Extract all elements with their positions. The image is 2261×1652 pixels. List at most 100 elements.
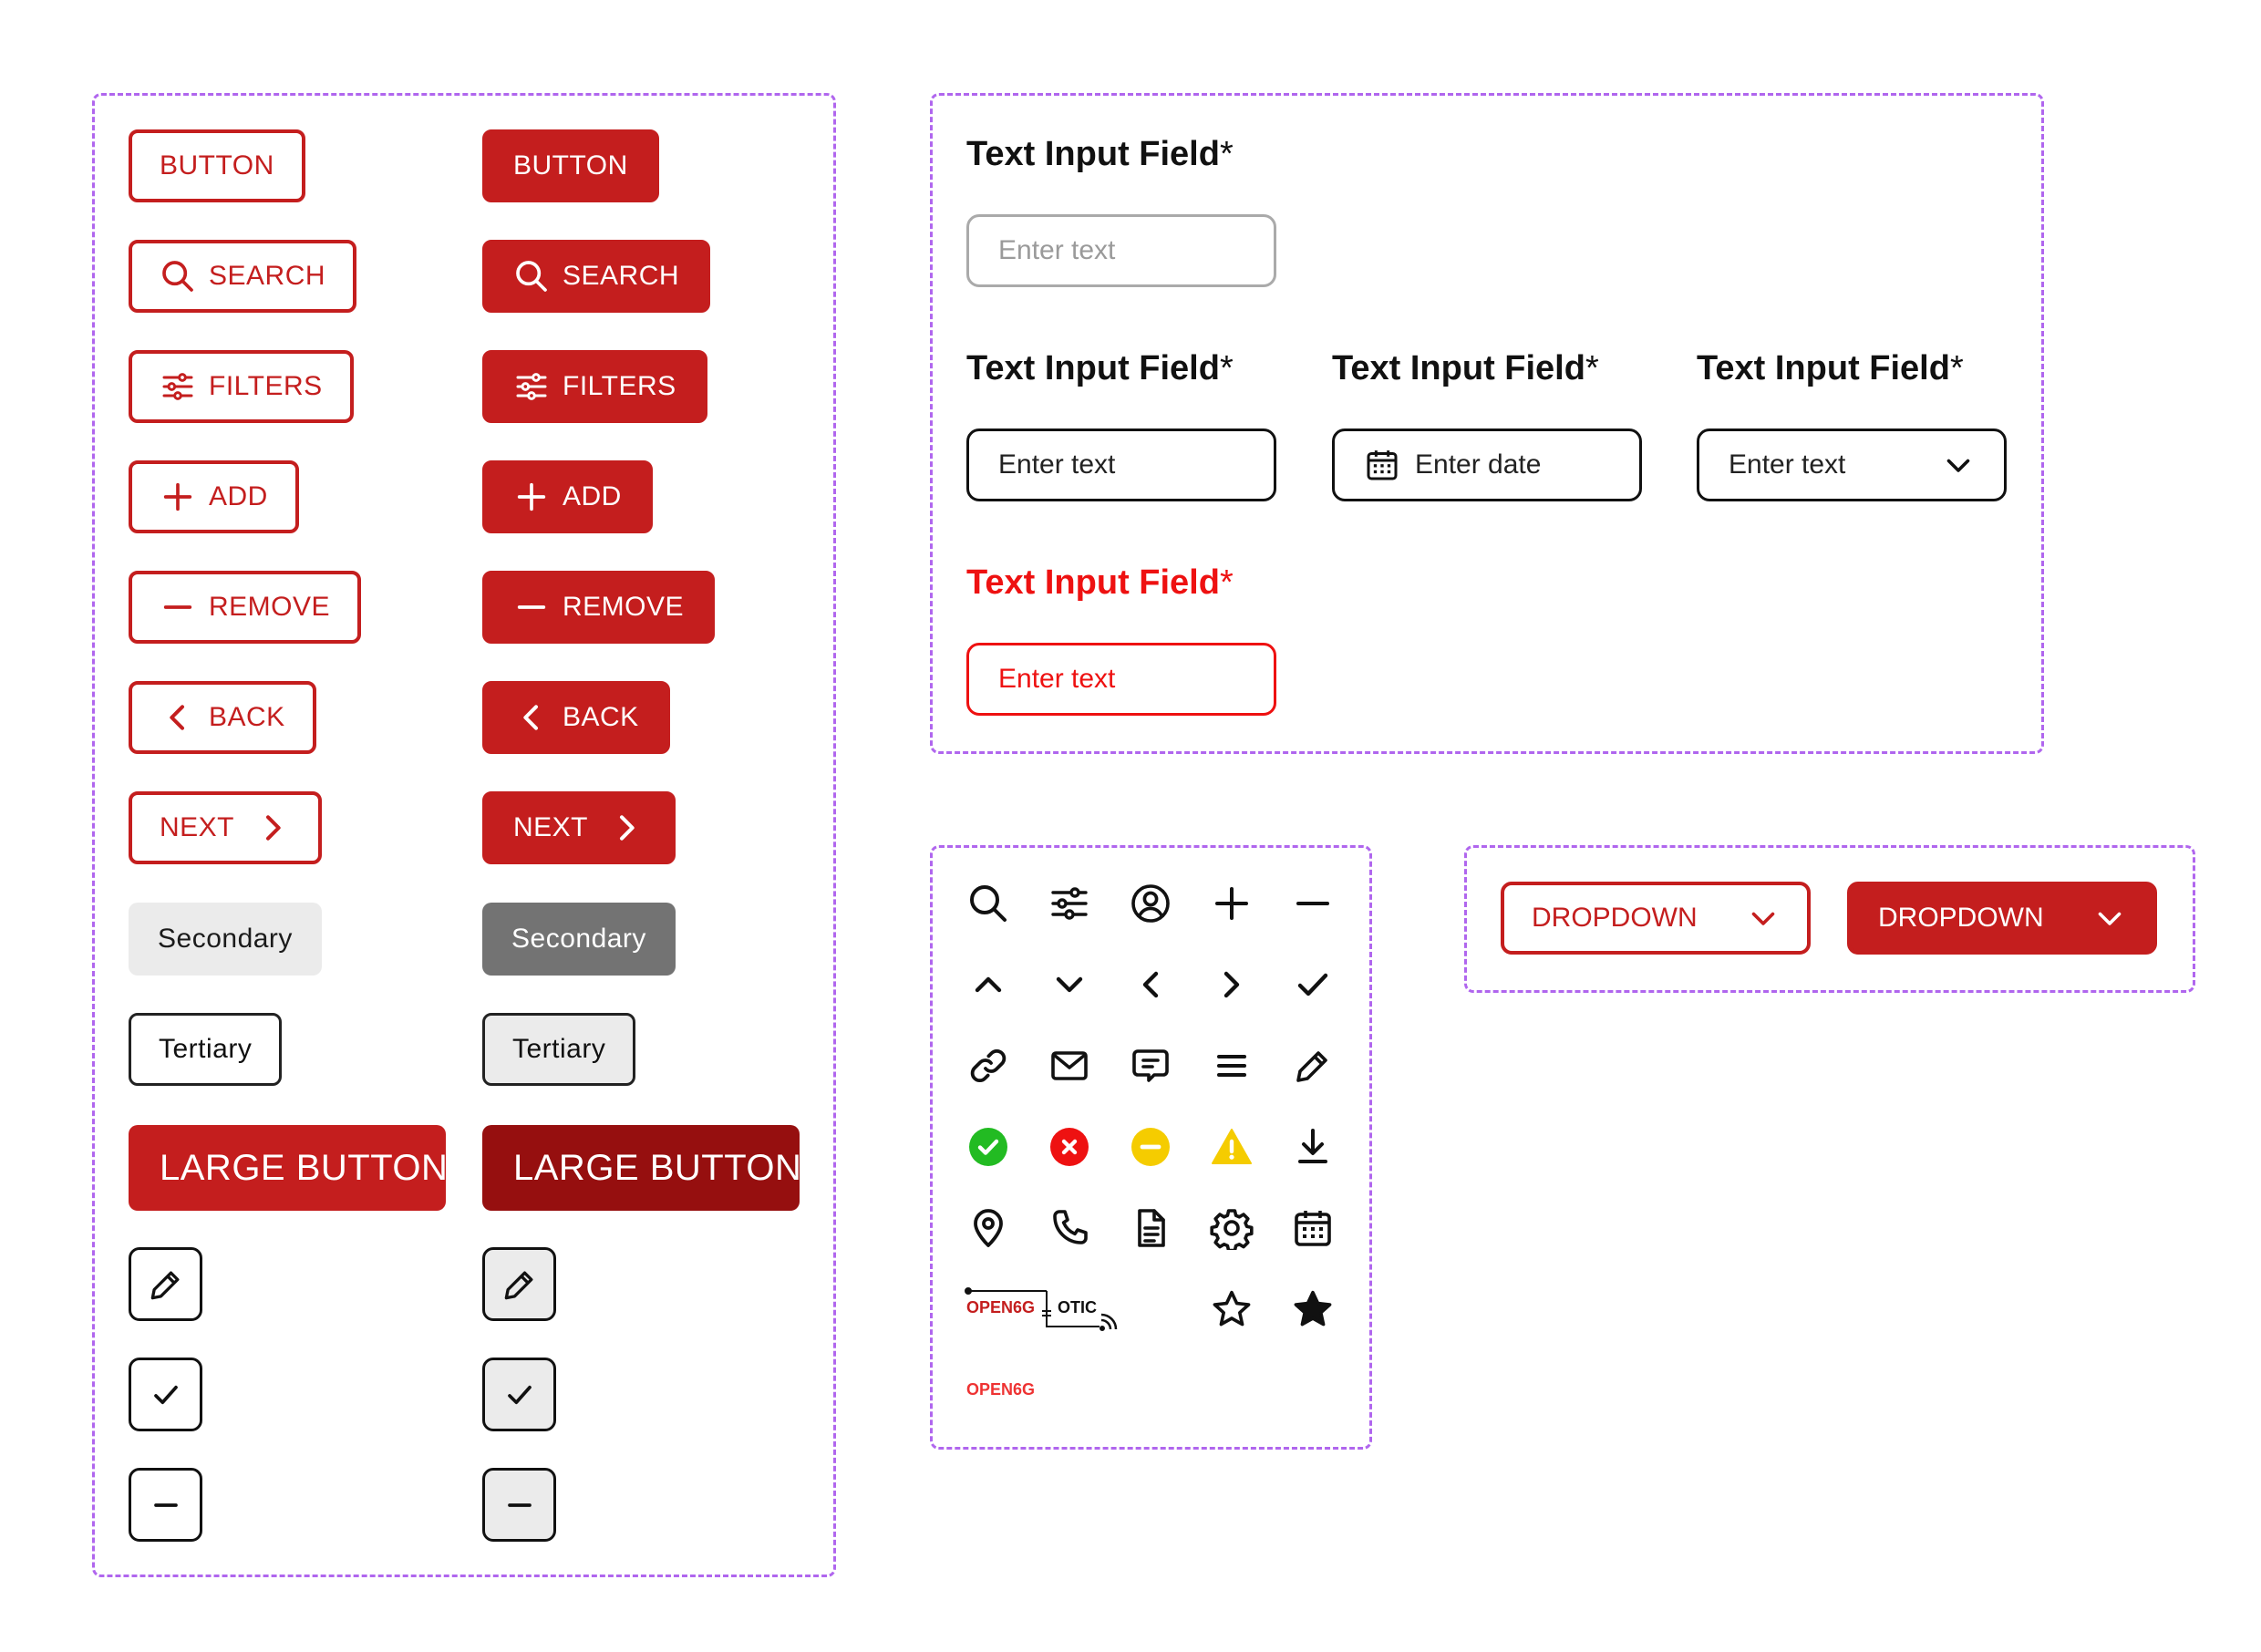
back-button-filled[interactable]: BACK [482, 681, 670, 754]
search-icon [162, 261, 193, 292]
text-input-disabled [998, 235, 1244, 266]
filter-icon [162, 373, 193, 400]
chevron-left-icon [1142, 971, 1159, 998]
tertiary-button-white[interactable]: Tertiary [129, 1013, 283, 1086]
remove-label: REMOVE [563, 592, 685, 622]
next-button-outline[interactable]: NEXT [129, 791, 323, 864]
error-icon [1050, 1128, 1089, 1166]
button-filled[interactable]: BUTTON [482, 129, 659, 202]
tertiary-label: Tertiary [512, 1034, 606, 1064]
edit-icon-button[interactable] [129, 1247, 202, 1321]
dropdown-label: DROPDOWN [1878, 903, 2044, 933]
logo-open6g-small: OPEN6G [966, 1380, 1036, 1399]
back-button-outline[interactable]: BACK [129, 681, 316, 754]
checkbox-checked-pressed[interactable] [482, 1358, 556, 1431]
edit-icon-button-pressed[interactable] [482, 1247, 556, 1321]
minus-icon [1296, 902, 1329, 905]
add-label: ADD [209, 481, 268, 511]
search-icon [516, 261, 547, 292]
settings-icon [1210, 1209, 1254, 1250]
large-button-primary[interactable]: LARGE BUTTON [129, 1125, 449, 1211]
filters-button-filled[interactable]: FILTERS [482, 350, 707, 423]
chevron-left-icon [523, 705, 538, 730]
tertiary-label: Tertiary [159, 1034, 253, 1064]
minus-icon [517, 605, 546, 609]
chevron-down-icon [1056, 976, 1083, 993]
chevron-down-icon [2098, 912, 2122, 925]
next-label: NEXT [513, 812, 589, 842]
search-icon [970, 885, 1007, 922]
menu-icon [1217, 1055, 1246, 1077]
checkbox-indeterminate[interactable] [129, 1468, 202, 1542]
minus-icon [153, 1502, 178, 1507]
date-field[interactable] [1332, 428, 1642, 501]
filters-button-outline[interactable]: FILTERS [129, 350, 354, 423]
search-label: SEARCH [563, 261, 680, 291]
calendar-icon [1295, 1211, 1331, 1246]
dropdown-outline[interactable]: DROPDOWN [1501, 882, 1811, 955]
text-input-error[interactable] [998, 664, 1244, 695]
dropdown-filled[interactable]: DROPDOWN [1847, 882, 2157, 955]
neutral-icon [1131, 1128, 1170, 1166]
checkbox-indeterminate-pressed[interactable] [482, 1468, 556, 1542]
select-placeholder: Enter text [1729, 449, 1846, 480]
search-button-filled[interactable]: SEARCH [482, 240, 711, 313]
warning-icon [1212, 1129, 1252, 1164]
check-icon [153, 1385, 178, 1404]
link-icon [970, 1048, 1007, 1083]
filter-icon [1051, 887, 1088, 920]
add-button-outline[interactable]: ADD [129, 460, 299, 533]
secondary-label: Secondary [511, 924, 646, 954]
add-button-filled[interactable]: ADD [482, 460, 653, 533]
filters-label: FILTERS [209, 371, 323, 401]
plus-icon [517, 482, 546, 511]
remove-button-outline[interactable]: REMOVE [129, 571, 362, 644]
date-input[interactable] [1415, 449, 1610, 480]
remove-label: REMOVE [209, 592, 331, 622]
field-label-text: Text Input Field* [966, 349, 1234, 387]
text-field-error[interactable] [966, 643, 1276, 716]
filters-label: FILTERS [563, 371, 676, 401]
large-button-label: LARGE BUTTON [160, 1147, 449, 1188]
select-field[interactable]: Enter text [1697, 428, 2007, 501]
secondary-label: Secondary [158, 924, 293, 954]
plus-icon [1215, 887, 1248, 920]
star-outline-icon [1213, 1290, 1251, 1327]
large-button-label: LARGE BUTTON [513, 1147, 802, 1188]
field-label-date: Text Input Field* [1332, 349, 1599, 387]
chevron-left-icon [170, 705, 184, 730]
add-label: ADD [563, 481, 622, 511]
calendar-icon [1367, 450, 1398, 480]
text-field-disabled [966, 214, 1276, 287]
field-label-select: Text Input Field* [1697, 349, 1964, 387]
star-filled-icon [1294, 1290, 1332, 1327]
chevron-right-icon [266, 815, 281, 841]
chevron-down-icon [1751, 912, 1775, 925]
secondary-button-light[interactable]: Secondary [129, 903, 322, 976]
next-button-filled[interactable]: NEXT [482, 791, 676, 864]
chat-icon [1132, 1049, 1169, 1082]
chevron-right-icon [1223, 971, 1240, 998]
field-label-disabled: Text Input Field* [966, 135, 1234, 173]
search-button-outline[interactable]: SEARCH [129, 240, 357, 313]
minus-icon [163, 605, 192, 609]
check-icon [1297, 973, 1328, 996]
text-input[interactable] [998, 449, 1244, 480]
tertiary-button-grey[interactable]: Tertiary [482, 1013, 636, 1086]
logo-open6g: OPEN6G [966, 1298, 1036, 1316]
chevron-down-icon [1946, 459, 1970, 472]
remove-button-filled[interactable]: REMOVE [482, 571, 716, 644]
chevron-right-icon [620, 815, 635, 841]
button-label: BUTTON [513, 150, 628, 181]
logo-otic: OTIC [1058, 1298, 1097, 1316]
text-field[interactable] [966, 428, 1276, 501]
back-label: BACK [563, 702, 639, 732]
checkbox-checked[interactable] [129, 1358, 202, 1431]
minus-icon [507, 1502, 532, 1507]
download-icon [1298, 1129, 1327, 1163]
button-outline[interactable]: BUTTON [129, 129, 305, 202]
edit-icon [1296, 1051, 1327, 1082]
mail-icon [1051, 1051, 1088, 1080]
large-button-dark[interactable]: LARGE BUTTON [482, 1125, 802, 1211]
secondary-button-dark[interactable]: Secondary [482, 903, 676, 976]
